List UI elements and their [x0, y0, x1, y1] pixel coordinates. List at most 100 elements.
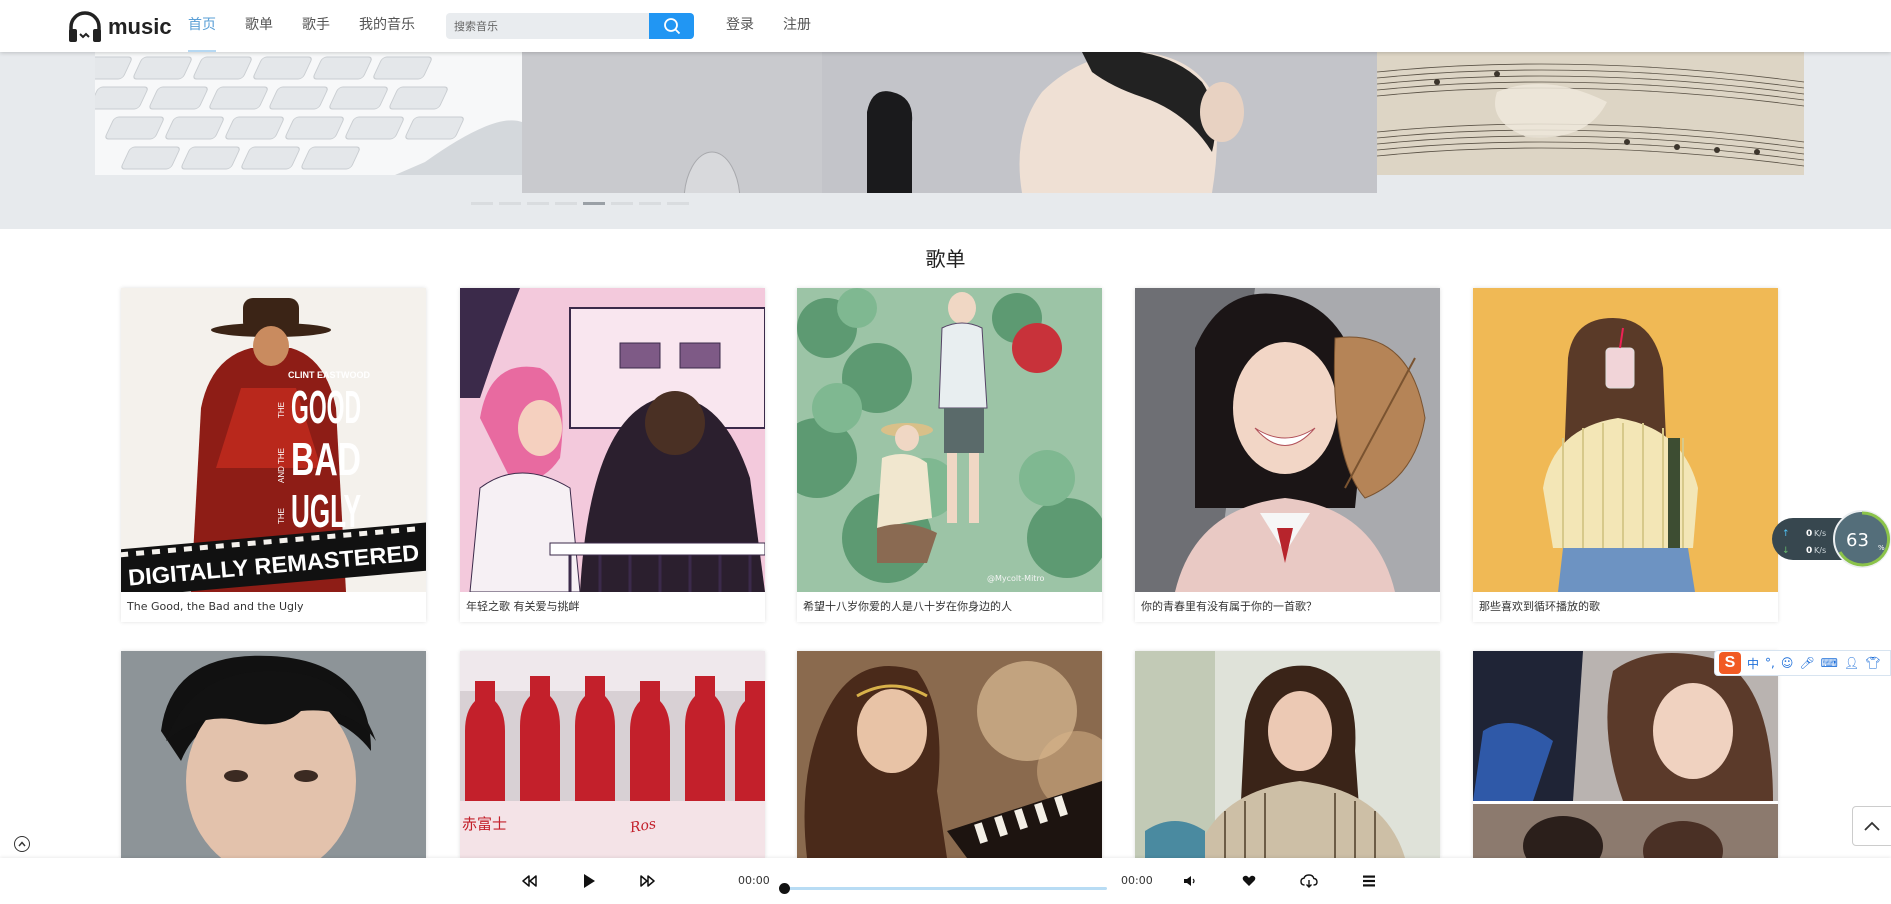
skin-icon[interactable]: 👕︎: [1865, 656, 1880, 670]
playlist-card[interactable]: [1135, 651, 1440, 858]
playlist-card[interactable]: CLINT EASTWOOD GOOD BAD UGLY THE AND THE…: [121, 288, 426, 622]
search-button[interactable]: [649, 13, 694, 39]
keyboard-image: [95, 52, 522, 175]
collapse-toggle-button[interactable]: [14, 836, 30, 852]
carousel-dot[interactable]: [639, 202, 661, 205]
playlist-card[interactable]: [797, 651, 1102, 858]
playlist-cover[interactable]: @Mycolt-Mitro: [797, 288, 1102, 592]
volume-button[interactable]: [1181, 872, 1199, 890]
playlist-title[interactable]: 那些喜欢到循环播放的歌: [1473, 592, 1778, 622]
fast-forward-icon: [640, 875, 655, 887]
playlist-cover[interactable]: CLINT EASTWOOD GOOD BAD UGLY THE AND THE…: [121, 288, 426, 592]
playlist-cover[interactable]: 赤富士 Ros: [460, 651, 765, 858]
heart-icon: [1242, 875, 1256, 886]
chevron-up-icon: [1864, 821, 1880, 831]
headphones-icon: [69, 11, 101, 42]
smiling-girl-cover: [1135, 288, 1440, 592]
ime-mode[interactable]: 中: [1747, 655, 1759, 672]
piano-girl-cover: [797, 651, 1102, 858]
poster-word-good: GOOD: [291, 381, 361, 433]
playlist-card[interactable]: [121, 651, 426, 858]
nav-playlists[interactable]: 歌单: [245, 0, 273, 52]
upload-speed: 0: [1806, 529, 1812, 539]
playlist-cover[interactable]: [121, 651, 426, 858]
carousel-dot[interactable]: [555, 202, 577, 205]
playlist-card[interactable]: 你的青春里有没有属于你的一首歌？: [1135, 288, 1440, 622]
playlist-cover[interactable]: [1473, 288, 1778, 592]
poster-side-text: THE: [277, 402, 286, 418]
nav-singers[interactable]: 歌手: [302, 0, 330, 52]
top-header: music 首页 歌单 歌手 我的音乐 登录 注册: [0, 0, 1891, 52]
movie-poster-cover: CLINT EASTWOOD GOOD BAD UGLY THE AND THE…: [121, 288, 426, 592]
singer-image: [522, 52, 1377, 193]
download-unit: K/s: [1814, 546, 1826, 555]
girl-drinking-cover: [1473, 288, 1778, 592]
carousel-dot[interactable]: [667, 202, 689, 205]
playlist-cover[interactable]: [1135, 651, 1440, 858]
download-button[interactable]: [1300, 872, 1318, 890]
playlist-title[interactable]: The Good, the Bad and the Ugly: [121, 592, 426, 622]
cloud-download-icon: [1300, 874, 1318, 888]
carousel-slide-keyboard[interactable]: [95, 52, 522, 175]
ime-toolbar[interactable]: S 中 °, ☺ 🎤︎ ⌨ 👤︎ 👕︎: [1714, 650, 1891, 676]
ime-logo[interactable]: S: [1719, 652, 1741, 674]
keyboard-icon[interactable]: ⌨: [1821, 656, 1838, 670]
search-icon: [663, 18, 680, 35]
playlist-title[interactable]: 希望十八岁你爱的人是八十岁在你身边的人: [797, 592, 1102, 622]
microphone-icon[interactable]: 🎤︎: [1799, 656, 1814, 670]
nav-home[interactable]: 首页: [188, 0, 216, 52]
progress-bar[interactable]: [779, 883, 1107, 894]
thinking-girl-cover: [1135, 651, 1440, 858]
playlist-card[interactable]: 年轻之歌 有关爱与挑衅: [460, 288, 765, 622]
carousel-dot[interactable]: [611, 202, 633, 205]
playlist-cover[interactable]: [1135, 288, 1440, 592]
carousel-dot[interactable]: [499, 202, 521, 205]
login-link[interactable]: 登录: [726, 0, 754, 52]
nav-my-music[interactable]: 我的音乐: [359, 0, 415, 52]
playlist-button[interactable]: [1360, 872, 1378, 890]
register-link[interactable]: 注册: [783, 0, 811, 52]
carousel-slide-singer[interactable]: [522, 52, 1377, 193]
garden-illustration-cover: @Mycolt-Mitro: [797, 288, 1102, 592]
emoji-icon[interactable]: ☺: [1781, 656, 1794, 670]
total-time: 00:00: [1121, 874, 1153, 887]
playlist-cover[interactable]: [1473, 651, 1778, 858]
play-button[interactable]: [580, 872, 598, 890]
playlist-title[interactable]: 你的青春里有没有属于你的一首歌？: [1135, 592, 1440, 622]
previous-button[interactable]: [520, 872, 538, 890]
playlist-card[interactable]: @Mycolt-Mitro 希望十八岁你爱的人是八十岁在你身边的人: [797, 288, 1102, 622]
playlist-card[interactable]: 赤富士 Ros: [460, 651, 765, 858]
carousel-dot-active[interactable]: [583, 202, 605, 205]
progress-handle[interactable]: [779, 883, 790, 894]
rewind-icon: [522, 875, 537, 887]
network-speed-widget[interactable]: ↑ ↓ 0 K/s 0 K/s 63 %: [1772, 508, 1891, 570]
search-input[interactable]: [446, 13, 649, 39]
playlist-card[interactable]: [1473, 651, 1778, 858]
poster-actor-name: CLINT EASTWOOD: [288, 370, 370, 380]
playlist-card[interactable]: 那些喜欢到循环播放的歌: [1473, 288, 1778, 622]
playlist-cover[interactable]: [797, 651, 1102, 858]
chevron-up-icon: [18, 841, 26, 847]
main-nav: 首页 歌单 歌手 我的音乐: [188, 0, 444, 52]
drama-couple-cover: [1473, 651, 1778, 858]
playlist-title[interactable]: 年轻之歌 有关爱与挑衅: [460, 592, 765, 622]
current-time: 00:00: [738, 874, 770, 887]
carousel-dot[interactable]: [527, 202, 549, 205]
logo[interactable]: music: [66, 9, 172, 45]
male-singer-cover: [121, 651, 426, 858]
next-button[interactable]: [639, 872, 657, 890]
user-icon[interactable]: 👤︎: [1844, 656, 1859, 670]
carousel-dots: [471, 202, 695, 205]
section-title: 歌单: [925, 247, 966, 271]
carousel-dot[interactable]: [471, 202, 493, 205]
svg-text:↓: ↓: [1782, 546, 1790, 556]
upload-unit: K/s: [1814, 529, 1826, 538]
playlist-cover[interactable]: [460, 288, 765, 592]
favorite-button[interactable]: [1240, 872, 1258, 890]
carousel-slide-sheet-music[interactable]: [1377, 52, 1804, 175]
ime-punctuation[interactable]: °,: [1765, 656, 1775, 670]
back-to-top-button[interactable]: [1852, 806, 1891, 846]
poster-side-text: AND THE: [277, 448, 286, 483]
play-icon: [584, 874, 595, 888]
auth-links: 登录 注册: [726, 0, 840, 52]
